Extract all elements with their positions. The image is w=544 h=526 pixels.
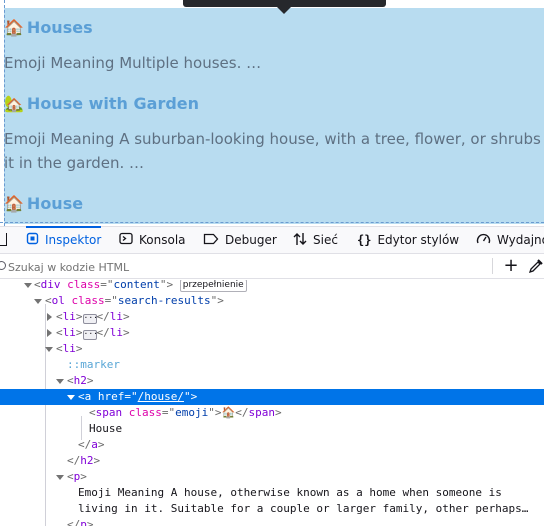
expand-toggle-icon[interactable] bbox=[24, 283, 32, 288]
result-title-house-with-garden[interactable]: 🏡 House with Garden bbox=[4, 94, 199, 113]
tab-label: Konsola bbox=[139, 233, 186, 247]
inspector-icon bbox=[26, 232, 39, 248]
performance-icon bbox=[476, 232, 491, 249]
expand-toggle-icon[interactable] bbox=[56, 475, 64, 480]
devtools-panel: Inspektor Konsola Debuger Sieć {} Edytor … bbox=[0, 226, 544, 526]
tab-label: Edytor stylów bbox=[377, 233, 460, 247]
markup-node-ol[interactable]: <ol class="search-results"> bbox=[0, 293, 544, 309]
tab-network[interactable]: Sieć bbox=[293, 227, 338, 253]
infobar-tooltip bbox=[183, 0, 386, 7]
page-preview: 🏠 Houses Emoji Meaning Multiple houses. …… bbox=[0, 0, 544, 226]
markup-node-p[interactable]: <p> bbox=[0, 469, 544, 485]
eyedropper-icon[interactable] bbox=[528, 258, 544, 274]
html-search-input[interactable] bbox=[0, 256, 490, 278]
tab-console[interactable]: Konsola bbox=[119, 227, 186, 253]
result-title-house[interactable]: 🏠 House bbox=[4, 194, 83, 213]
tab-debugger[interactable]: Debuger bbox=[203, 227, 277, 253]
result-desc: it in the garden. … bbox=[4, 154, 145, 172]
overflow-badge[interactable]: przepełnienie bbox=[179, 280, 247, 292]
toolbar-divider bbox=[492, 258, 493, 274]
expand-toggle-icon[interactable] bbox=[56, 379, 64, 384]
element-picker-icon[interactable] bbox=[0, 233, 7, 246]
element-highlight-overlay bbox=[4, 8, 544, 224]
result-title-houses[interactable]: 🏠 Houses bbox=[4, 18, 93, 37]
markup-node-h2[interactable]: <h2> bbox=[0, 373, 544, 389]
emoji-text: 🏠 bbox=[221, 406, 236, 419]
markup-node-text[interactable]: House bbox=[0, 421, 544, 437]
markup-node-div-content[interactable]: <div class="content"> przepełnienie bbox=[0, 280, 544, 293]
markup-node-a-selected[interactable]: <a href="/house/"> bbox=[0, 389, 544, 405]
style-editor-icon: {} bbox=[357, 233, 372, 247]
href-link[interactable]: /house/ bbox=[138, 390, 184, 403]
result-title-text: Houses bbox=[26, 18, 93, 37]
debugger-icon bbox=[203, 233, 219, 248]
tab-label: Debuger bbox=[225, 233, 277, 247]
console-icon bbox=[119, 232, 133, 248]
tab-performance[interactable]: Wydajno bbox=[476, 227, 544, 253]
tab-label: Wydajno bbox=[497, 233, 544, 247]
expand-toggle-icon[interactable] bbox=[67, 395, 75, 400]
result-title-text: House bbox=[26, 194, 84, 213]
markup-node-p-text[interactable]: Emoji Meaning A house, otherwise known a… bbox=[0, 485, 544, 501]
expand-toggle-icon[interactable] bbox=[47, 313, 52, 321]
highlight-guide-horizontal bbox=[0, 222, 544, 223]
devtools-toolbar: Inspektor Konsola Debuger Sieć {} Edytor … bbox=[0, 226, 544, 254]
markup-node-span[interactable]: <span class="emoji">🏠</span> bbox=[0, 405, 544, 421]
add-node-button[interactable]: + bbox=[502, 254, 520, 278]
tab-style-editor[interactable]: {} Edytor stylów bbox=[357, 227, 459, 253]
network-icon bbox=[293, 232, 307, 249]
houses-emoji-icon: 🏠 bbox=[4, 18, 24, 37]
markup-node-p-text[interactable]: living in it. Suitable for a couple or l… bbox=[0, 501, 544, 517]
expand-toggle-icon[interactable] bbox=[47, 329, 52, 337]
house-emoji-icon: 🏠 bbox=[4, 194, 24, 213]
markup-node-li[interactable]: <li> bbox=[0, 341, 544, 357]
tab-label: Sieć bbox=[313, 233, 338, 247]
infobar-tooltip-arrow bbox=[277, 7, 291, 14]
result-desc: Emoji Meaning A suburban-looking house, … bbox=[4, 130, 544, 148]
tab-label: Inspektor bbox=[45, 233, 102, 247]
collapsed-content-icon[interactable]: ··· bbox=[82, 314, 98, 324]
tab-inspector[interactable]: Inspektor bbox=[26, 226, 102, 253]
expand-toggle-icon[interactable] bbox=[45, 347, 53, 352]
house-garden-emoji-icon: 🏡 bbox=[4, 94, 24, 113]
collapsed-content-icon[interactable]: ··· bbox=[82, 330, 98, 340]
html-search-bar: + bbox=[0, 254, 544, 279]
markup-tree: <div class="content"> przepełnienie <ol … bbox=[0, 280, 544, 526]
result-desc: Emoji Meaning Multiple houses. … bbox=[4, 54, 262, 72]
markup-node-p-close[interactable]: </p> bbox=[0, 517, 544, 526]
markup-node-marker[interactable]: ::marker bbox=[0, 357, 544, 373]
expand-toggle-icon[interactable] bbox=[34, 299, 42, 304]
markup-node-li-collapsed[interactable]: <li>···</li> bbox=[0, 325, 544, 341]
markup-node-a-close[interactable]: </a> bbox=[0, 437, 544, 453]
markup-node-h2-close[interactable]: </h2> bbox=[0, 453, 544, 469]
result-title-text: House with Garden bbox=[26, 94, 200, 113]
markup-node-li-collapsed[interactable]: <li>···</li> bbox=[0, 309, 544, 325]
